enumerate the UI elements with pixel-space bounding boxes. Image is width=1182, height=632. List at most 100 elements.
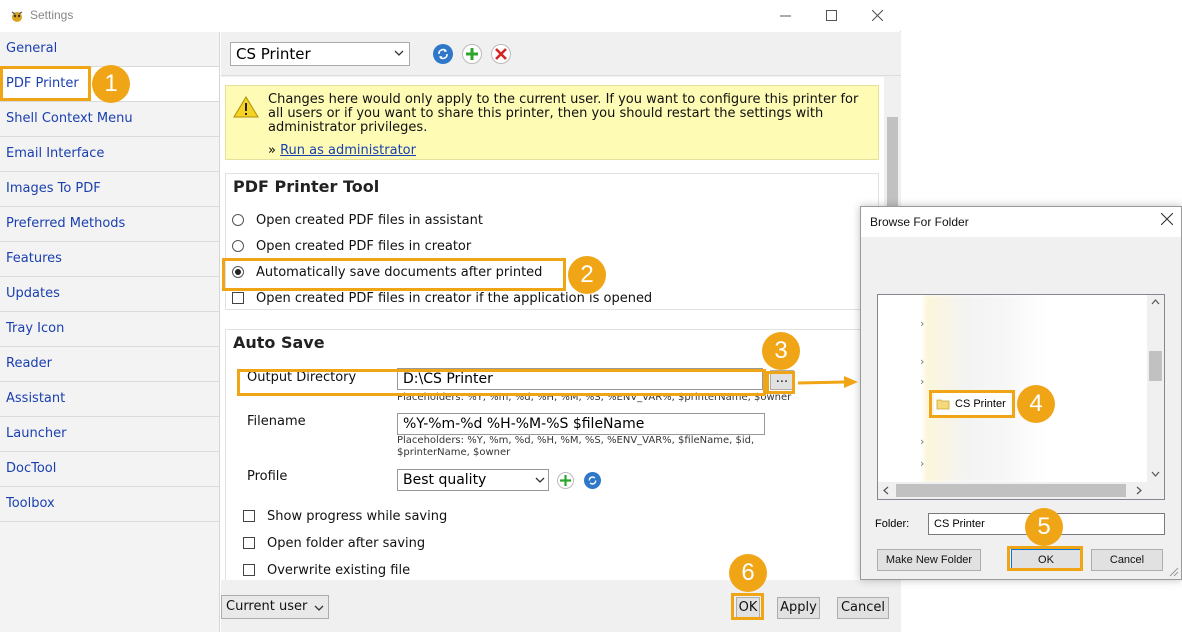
filename-input[interactable]: %Y-%m-%d %H-%M-%S $fileName [397, 413, 765, 435]
sidebar-item-launcher[interactable]: Launcher [0, 417, 219, 452]
chevron-down-icon [314, 605, 324, 611]
bottom-bar: Current user OK Apply Cancel [221, 580, 901, 632]
apply-button[interactable]: Apply [777, 597, 820, 619]
filename-label: Filename [247, 414, 306, 429]
warning-banner: Changes here would only apply to the cur… [225, 85, 879, 160]
dialog-title-bar: Browse For Folder [861, 207, 1181, 237]
make-new-folder-button[interactable]: Make New Folder [877, 549, 981, 571]
filename-hint-line-2: $printerName, $owner [397, 447, 511, 458]
maximize-button[interactable] [808, 0, 854, 31]
refresh-icon[interactable] [433, 44, 453, 64]
chevron-right-icon[interactable] [1134, 486, 1143, 495]
callout-badge-2: 2 [568, 256, 606, 294]
sidebar-item-features[interactable]: Features [0, 242, 219, 277]
printer-select[interactable]: CS Printer [230, 42, 410, 66]
chevron-up-icon[interactable] [1151, 298, 1160, 307]
plus-icon [466, 48, 478, 60]
tree-scrollbar-thumb[interactable] [1149, 351, 1162, 381]
sidebar-item-toolbox[interactable]: Toolbox [0, 487, 219, 522]
highlight-dialog-ok [1007, 546, 1083, 571]
tree-horizontal-scrollbar[interactable] [878, 482, 1164, 499]
sidebar-item-label: Preferred Methods [6, 216, 126, 231]
radio-button[interactable] [232, 240, 244, 252]
x-icon [495, 48, 507, 60]
sidebar-item-label: Images To PDF [6, 181, 101, 196]
sidebar-item-updates[interactable]: Updates [0, 277, 219, 312]
link-prefix: » [268, 143, 276, 158]
refresh-arrows-icon [438, 48, 448, 60]
dialog-cancel-button[interactable]: Cancel [1091, 549, 1163, 571]
close-icon [871, 10, 883, 21]
sidebar-item-label: Reader [6, 356, 53, 371]
sidebar-item-tray-icon[interactable]: Tray Icon [0, 312, 219, 347]
highlight-auto-save-option [222, 258, 566, 291]
chevron-right-icon[interactable]: › [920, 435, 924, 448]
sidebar-item-doctool[interactable]: DocTool [0, 452, 219, 487]
warning-message: Changes here would only apply to the cur… [268, 92, 859, 135]
settings-window: Settings General PDF Printer Shell Conte… [0, 0, 901, 632]
add-profile-icon[interactable] [557, 472, 574, 489]
delete-icon[interactable] [491, 44, 511, 64]
sidebar-item-preferred-methods[interactable]: Preferred Methods [0, 207, 219, 242]
option-open-folder[interactable]: Open folder after saving [243, 533, 425, 553]
option-open-in-creator[interactable]: Open created PDF files in creator [232, 236, 471, 256]
checkbox[interactable] [243, 537, 255, 549]
printer-select-value: CS Printer [236, 45, 311, 63]
option-open-in-assistant[interactable]: Open created PDF files in assistant [232, 210, 483, 230]
sidebar-item-label: Email Interface [6, 146, 105, 161]
option-label: Overwrite existing file [267, 562, 411, 578]
add-icon[interactable] [462, 44, 482, 64]
resize-grip-icon[interactable] [1169, 567, 1179, 577]
sidebar-item-reader[interactable]: Reader [0, 347, 219, 382]
close-button[interactable] [854, 0, 900, 31]
callout-badge-5: 5 [1025, 508, 1063, 546]
sidebar-item-assistant[interactable]: Assistant [0, 382, 219, 417]
chevron-right-icon[interactable]: › [920, 355, 924, 368]
radio-button[interactable] [232, 214, 244, 226]
chevron-down-icon[interactable] [1151, 469, 1160, 478]
checkbox[interactable] [243, 564, 255, 576]
checkbox[interactable] [243, 510, 255, 522]
warning-icon [233, 96, 259, 118]
chevron-right-icon[interactable]: › [920, 317, 924, 330]
pdf-printer-tool-title: PDF Printer Tool [233, 177, 380, 196]
dialog-title: Browse For Folder [870, 215, 969, 229]
sidebar-item-label: DocTool [6, 461, 57, 476]
option-label: Open folder after saving [267, 535, 426, 551]
highlight-pdf-printer [0, 66, 91, 101]
option-label: Show progress while saving [267, 508, 448, 524]
sidebar-item-general[interactable]: General [0, 32, 219, 67]
highlight-tree-item [929, 390, 1015, 418]
close-icon[interactable] [1161, 213, 1173, 225]
minimize-button[interactable] [762, 0, 808, 31]
tree-vertical-scrollbar[interactable] [1147, 295, 1164, 483]
plus-icon [560, 475, 571, 486]
sidebar-item-email-interface[interactable]: Email Interface [0, 137, 219, 172]
callout-badge-3: 3 [762, 332, 800, 370]
callout-badge-6: 6 [729, 554, 767, 592]
scope-select[interactable]: Current user [221, 595, 329, 619]
sidebar: General PDF Printer Shell Context Menu E… [0, 32, 220, 632]
sidebar-item-shell-context-menu[interactable]: Shell Context Menu [0, 102, 219, 137]
option-show-progress[interactable]: Show progress while saving [243, 506, 447, 526]
tree-hscroll-thumb[interactable] [896, 484, 1126, 497]
profile-label: Profile [247, 469, 288, 484]
auto-save-title: Auto Save [233, 333, 325, 352]
checkbox[interactable] [232, 292, 244, 304]
profile-select[interactable]: Best quality [397, 469, 549, 491]
chevron-right-icon[interactable]: › [920, 457, 924, 470]
sidebar-item-label: Toolbox [6, 496, 55, 511]
run-as-admin-row: » Run as administrator [268, 143, 416, 158]
printer-toolbar: CS Printer [221, 32, 901, 76]
sidebar-item-images-to-pdf[interactable]: Images To PDF [0, 172, 219, 207]
cancel-button[interactable]: Cancel [837, 597, 889, 619]
arrow-right-icon [798, 376, 858, 388]
chevron-left-icon[interactable] [882, 486, 891, 495]
option-overwrite[interactable]: Overwrite existing file [243, 560, 410, 580]
run-as-admin-link[interactable]: Run as administrator [280, 143, 416, 158]
sidebar-item-label: Shell Context Menu [6, 111, 133, 126]
chevron-right-icon[interactable]: › [920, 375, 924, 388]
refresh-profile-icon[interactable] [584, 472, 601, 489]
callout-badge-4: 4 [1017, 385, 1055, 423]
window-title: Settings [30, 8, 74, 22]
